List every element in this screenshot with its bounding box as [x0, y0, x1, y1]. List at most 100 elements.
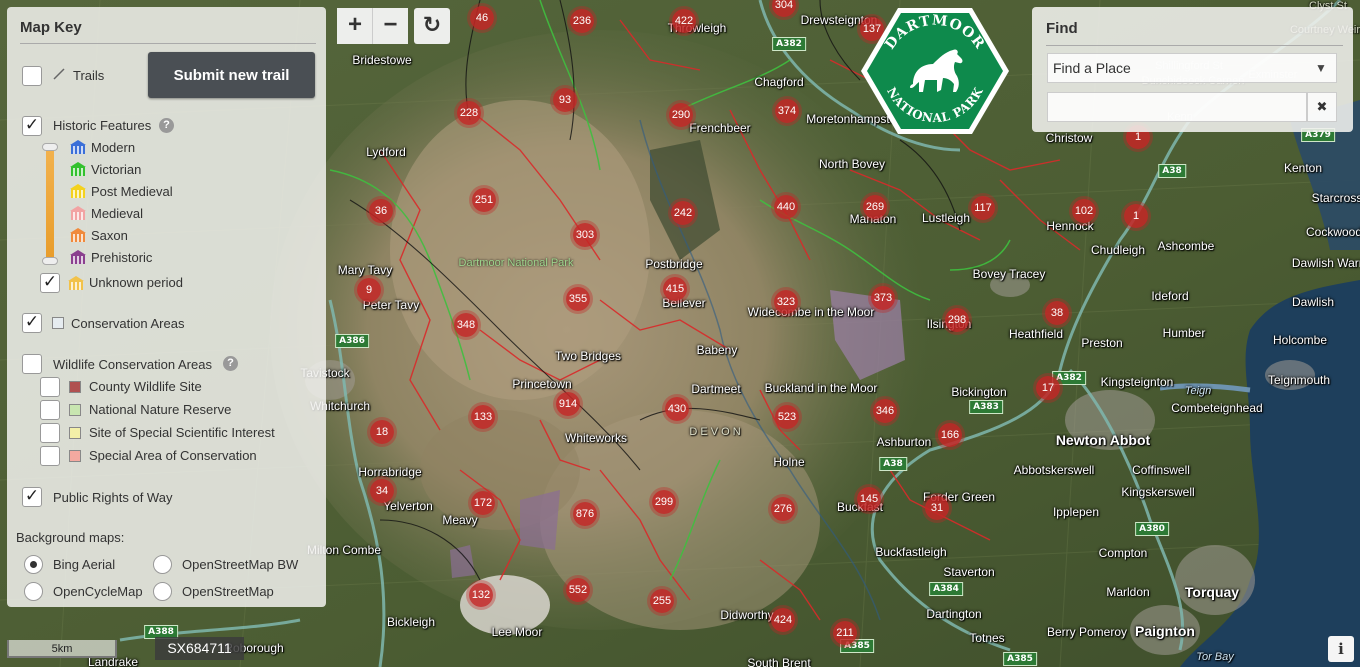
place-label: Heathfield [1008, 327, 1064, 341]
submit-new-trail-button[interactable]: Submit new trail [148, 52, 315, 98]
feature-cluster-marker[interactable]: 303 [573, 223, 597, 247]
feature-cluster-marker[interactable]: 172 [471, 491, 495, 515]
unknown-period-checkbox[interactable]: ✓ [40, 273, 60, 293]
feature-cluster-marker[interactable]: 93 [553, 88, 577, 112]
reset-view-button[interactable]: ↻ [414, 8, 450, 44]
feature-cluster-marker[interactable]: 9 [357, 278, 381, 302]
background-map-label: OpenStreetMap BW [182, 557, 299, 572]
feature-cluster-marker[interactable]: 373 [871, 286, 895, 310]
zoom-out-button[interactable]: − [372, 8, 408, 44]
find-place-input[interactable] [1047, 92, 1307, 122]
place-label: Torquay [1184, 584, 1240, 600]
background-map-radio[interactable] [24, 582, 43, 601]
feature-cluster-marker[interactable]: 269 [863, 195, 887, 219]
feature-cluster-marker[interactable]: 552 [566, 578, 590, 602]
feature-cluster-marker[interactable]: 298 [945, 308, 969, 332]
feature-cluster-marker[interactable]: 18 [370, 420, 394, 444]
place-label: Dartmeet [691, 382, 741, 396]
unknown-period-label: Unknown period [89, 275, 183, 290]
place-label: Paignton [1135, 623, 1195, 639]
feature-cluster-marker[interactable]: 348 [454, 313, 478, 337]
unknown-period-icon [67, 275, 85, 291]
feature-cluster-marker[interactable]: 38 [1045, 301, 1069, 325]
road-shield: A383 [969, 400, 1003, 414]
place-label: D E V O N [689, 426, 741, 438]
place-label: Bovey Tracey [972, 267, 1046, 281]
feature-cluster-marker[interactable]: 102 [1072, 199, 1096, 223]
conservation-areas-checkbox[interactable]: ✓ [22, 313, 42, 333]
feature-cluster-marker[interactable]: 299 [652, 490, 676, 514]
feature-cluster-marker[interactable]: 430 [665, 397, 689, 421]
wildlife-help-icon[interactable]: ? [223, 356, 238, 371]
feature-cluster-marker[interactable]: 374 [775, 99, 799, 123]
slider-top-handle[interactable] [42, 143, 58, 151]
feature-cluster-marker[interactable]: 276 [771, 497, 795, 521]
wildlife-item-checkbox[interactable] [40, 446, 60, 466]
feature-cluster-marker[interactable]: 228 [457, 101, 481, 125]
clear-search-button[interactable]: ✖ [1307, 92, 1337, 122]
feature-cluster-marker[interactable]: 255 [650, 589, 674, 613]
feature-cluster-marker[interactable]: 145 [857, 487, 881, 511]
place-label: Ashcombe [1157, 239, 1215, 253]
feature-cluster-marker[interactable]: 211 [833, 621, 857, 645]
background-map-radio[interactable] [153, 582, 172, 601]
historic-features-checkbox[interactable]: ✓ [22, 116, 42, 136]
feature-cluster-marker[interactable]: 346 [873, 399, 897, 423]
feature-cluster-marker[interactable]: 323 [774, 290, 798, 314]
place-label: Kingskerswell [1121, 485, 1195, 499]
feature-cluster-marker[interactable]: 876 [573, 502, 597, 526]
map-key-title: Map Key [20, 19, 82, 36]
feature-cluster-marker[interactable]: 17 [1036, 376, 1060, 400]
wildlife-item-checkbox[interactable] [40, 400, 60, 420]
wildlife-swatch [69, 404, 81, 416]
wildlife-conservation-checkbox[interactable] [22, 354, 42, 374]
period-building-icon [69, 205, 87, 221]
find-divider [1046, 45, 1343, 46]
background-map-radio[interactable] [24, 555, 43, 574]
feature-cluster-marker[interactable]: 424 [771, 608, 795, 632]
place-label: Didworthy [720, 608, 774, 622]
feature-cluster-marker[interactable]: 290 [669, 103, 693, 127]
place-label: Dartmoor National Park [458, 257, 574, 269]
period-building-icon [69, 227, 87, 243]
feature-cluster-marker[interactable]: 523 [775, 405, 799, 429]
wildlife-item-checkbox[interactable] [40, 423, 60, 443]
feature-cluster-marker[interactable]: 355 [566, 287, 590, 311]
feature-cluster-marker[interactable]: 166 [938, 423, 962, 447]
info-button[interactable]: i [1328, 636, 1354, 662]
historic-help-icon[interactable]: ? [159, 118, 174, 133]
background-map-radio[interactable] [153, 555, 172, 574]
wildlife-item-label: County Wildlife Site [89, 379, 202, 394]
place-label: Ipplepen [1052, 505, 1100, 519]
feature-cluster-marker[interactable]: 422 [672, 9, 696, 33]
feature-cluster-marker[interactable]: 31 [925, 496, 949, 520]
feature-cluster-marker[interactable]: 117 [971, 196, 995, 220]
period-range-slider[interactable] [46, 147, 54, 262]
feature-cluster-marker[interactable]: 242 [671, 201, 695, 225]
feature-cluster-marker[interactable]: 133 [471, 405, 495, 429]
trails-checkbox[interactable] [22, 66, 42, 86]
place-label: Lee Moor [491, 625, 543, 639]
feature-cluster-marker[interactable]: 36 [369, 199, 393, 223]
feature-cluster-marker[interactable]: 415 [663, 277, 687, 301]
feature-cluster-marker[interactable]: 46 [470, 6, 494, 30]
feature-cluster-marker[interactable]: 914 [556, 392, 580, 416]
feature-cluster-marker[interactable]: 1 [1124, 204, 1148, 228]
rights-of-way-checkbox[interactable]: ✓ [22, 487, 42, 507]
place-label: Dawlish [1291, 295, 1335, 309]
find-place-select[interactable]: Find a Place [1047, 53, 1337, 83]
feature-cluster-marker[interactable]: 34 [370, 479, 394, 503]
wildlife-item-checkbox[interactable] [40, 377, 60, 397]
feature-cluster-marker[interactable]: 251 [472, 188, 496, 212]
slider-bottom-handle[interactable] [42, 257, 58, 265]
zoom-in-button[interactable]: + [337, 8, 373, 44]
wildlife-item-label: Site of Special Scientific Interest [89, 425, 275, 440]
feature-cluster-marker[interactable]: 132 [469, 583, 493, 607]
feature-cluster-marker[interactable]: 236 [570, 9, 594, 33]
place-label: Lydford [366, 145, 406, 159]
chevron-down-icon[interactable]: ▼ [1305, 53, 1337, 83]
period-label: Prehistoric [91, 250, 153, 265]
place-label: Dawlish Warren [1291, 256, 1360, 270]
feature-cluster-marker[interactable]: 440 [774, 195, 798, 219]
trails-label: Trails [73, 68, 105, 83]
